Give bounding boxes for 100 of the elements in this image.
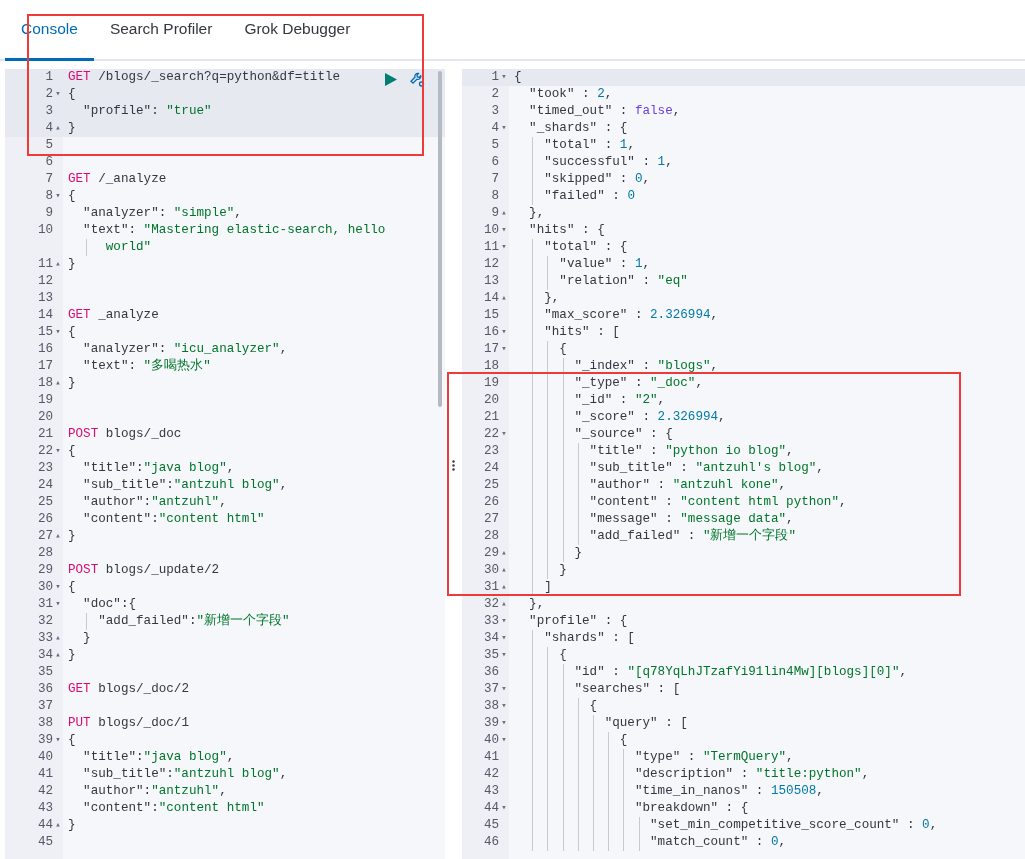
line-number: 6	[491, 154, 499, 171]
tab[interactable]: Grok Debugger	[228, 0, 367, 61]
play-icon[interactable]	[385, 72, 397, 86]
fold-toggle[interactable]: ▾	[499, 630, 509, 647]
fold-toggle[interactable]: ▴	[53, 647, 63, 664]
fold-toggle[interactable]: ▾	[499, 426, 509, 443]
tab[interactable]: Search Profiler	[93, 0, 229, 61]
fold-toggle[interactable]: ▾	[53, 188, 63, 205]
code-line: "analyzer": "simple",	[82, 205, 242, 222]
line-number: 32	[483, 596, 499, 613]
fold-toggle[interactable]: ▾	[499, 120, 509, 137]
line-number: 2	[45, 86, 53, 103]
line-number: 4	[491, 120, 499, 137]
line-number: 3	[45, 103, 53, 120]
code-line: "breakdown" : {	[509, 800, 749, 817]
code-line: "successful" : 1,	[509, 154, 673, 171]
code-line: }	[509, 545, 583, 562]
code-line: "max_score" : 2.326994,	[509, 307, 719, 324]
fold-toggle[interactable]: ▾	[499, 732, 509, 749]
line-number: 44	[483, 800, 499, 817]
fold-toggle[interactable]: ▾	[499, 715, 509, 732]
code-line: GET blogs/_doc/2	[67, 681, 189, 698]
fold-toggle[interactable]: ▾	[499, 239, 509, 256]
line-number: 15	[483, 307, 499, 324]
line-number: 43	[483, 783, 499, 800]
code-line: },	[509, 290, 560, 307]
line-number: 36	[37, 681, 53, 698]
code-line: "author":"antzuhl",	[82, 494, 227, 511]
code-line: "text": "多喝热水"	[82, 358, 211, 375]
fold-toggle[interactable]: ▾	[499, 222, 509, 239]
fold-toggle[interactable]: ▴	[499, 596, 509, 613]
code-line: "analyzer": "icu_analyzer",	[82, 341, 288, 358]
line-number: 35	[483, 647, 499, 664]
code-line: "_index" : "blogs",	[509, 358, 719, 375]
line-number: 17	[37, 358, 53, 375]
fold-toggle[interactable]: ▾	[53, 324, 63, 341]
fold-toggle[interactable]: ▾	[53, 443, 63, 460]
code-line: "_type" : "_doc",	[509, 375, 703, 392]
fold-toggle[interactable]: ▾	[499, 613, 509, 630]
code-line: }	[67, 528, 76, 545]
fold-toggle[interactable]: ▴	[499, 562, 509, 579]
fold-toggle[interactable]: ▾	[499, 698, 509, 715]
line-number: 8	[45, 188, 53, 205]
line-number: 14	[37, 307, 53, 324]
fold-toggle[interactable]: ▾	[53, 86, 63, 103]
line-number: 33	[37, 630, 53, 647]
fold-toggle[interactable]: ▴	[53, 528, 63, 545]
line-number: 1	[45, 69, 53, 86]
code-line: "timed_out" : false,	[528, 103, 681, 120]
line-number: 5	[491, 137, 499, 154]
fold-toggle[interactable]: ▴	[53, 375, 63, 392]
code-line: "time_in_nanos" : 150508,	[509, 783, 824, 800]
fold-toggle[interactable]: ▴	[53, 120, 63, 137]
code-line: "add_failed":"新增一个字段"	[63, 613, 290, 630]
code-line: GET _analyze	[67, 307, 159, 324]
line-number: 22	[483, 426, 499, 443]
line-number: 41	[483, 749, 499, 766]
line-number: 33	[483, 613, 499, 630]
line-number: 16	[37, 341, 53, 358]
line-number: 35	[37, 664, 53, 681]
code-line: "sub_title" : "antzuhl's blog",	[509, 460, 824, 477]
request-editor[interactable]	[5, 69, 445, 859]
fold-toggle[interactable]: ▾	[53, 579, 63, 596]
code-line: {	[67, 443, 76, 460]
code-line: "message" : "message data",	[509, 511, 794, 528]
line-number: 30	[483, 562, 499, 579]
line-number: 24	[483, 460, 499, 477]
fold-toggle[interactable]: ▴	[499, 290, 509, 307]
fold-toggle[interactable]: ▴	[53, 630, 63, 647]
fold-toggle[interactable]: ▾	[499, 324, 509, 341]
code-line: "profile": "true"	[82, 103, 212, 120]
fold-toggle[interactable]: ▾	[499, 800, 509, 817]
code-line: }	[67, 817, 76, 834]
code-line: "failed" : 0	[509, 188, 635, 205]
fold-toggle[interactable]: ▴	[53, 817, 63, 834]
fold-toggle[interactable]: ▾	[53, 596, 63, 613]
fold-toggle[interactable]: ▾	[499, 647, 509, 664]
line-number: 26	[483, 494, 499, 511]
code-line: "author" : "antzuhl kone",	[509, 477, 787, 494]
wrench-icon[interactable]	[409, 71, 425, 87]
fold-toggle[interactable]: ▴	[499, 205, 509, 222]
code-line: "author":"antzuhl",	[82, 783, 227, 800]
code-line: }	[67, 647, 76, 664]
fold-toggle[interactable]: ▴	[499, 579, 509, 596]
fold-toggle[interactable]: ▾	[499, 681, 509, 698]
fold-toggle[interactable]: ▴	[53, 256, 63, 273]
line-number: 45	[483, 817, 499, 834]
code-line: {	[509, 341, 567, 358]
line-number: 29	[37, 562, 53, 579]
fold-toggle[interactable]: ▾	[499, 341, 509, 358]
fold-toggle[interactable]: ▴	[499, 545, 509, 562]
fold-toggle[interactable]: ▾	[53, 732, 63, 749]
line-number: 18	[483, 358, 499, 375]
line-number: 23	[37, 460, 53, 477]
fold-toggle[interactable]: ▾	[499, 69, 509, 86]
code-line: "total" : {	[509, 239, 628, 256]
code-line: "_id" : "2",	[509, 392, 666, 409]
scrollbar-thumb[interactable]	[438, 71, 442, 407]
code-line: "_score" : 2.326994,	[509, 409, 726, 426]
code-line: GET /_analyze	[67, 171, 167, 188]
